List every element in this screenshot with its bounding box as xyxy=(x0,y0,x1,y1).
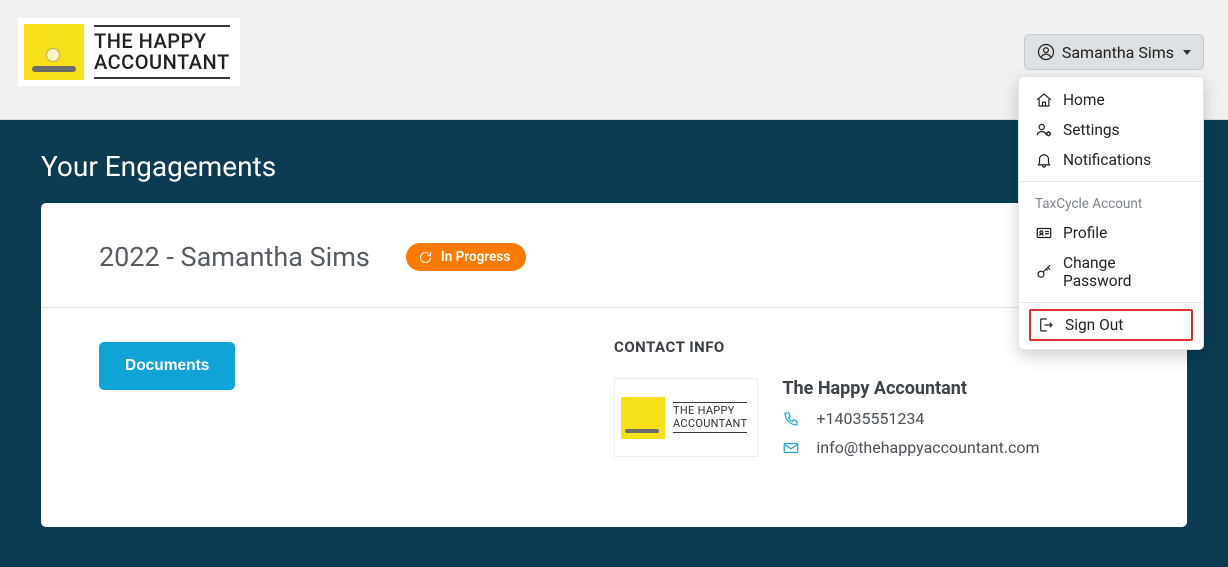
card-body: Documents CONTACT INFO THE HAPPY ACCOUNT… xyxy=(41,308,1187,527)
logo-text: THE HAPPY ACCOUNTANT xyxy=(94,25,230,79)
contact-logo: THE HAPPY ACCOUNTANT xyxy=(614,378,758,457)
lightbulb-icon xyxy=(621,397,665,439)
menu-divider xyxy=(1019,181,1203,182)
status-badge: In Progress xyxy=(406,243,526,271)
menu-label: Profile xyxy=(1063,224,1107,242)
mini-logo-line-2: ACCOUNTANT xyxy=(673,418,747,433)
phone-icon xyxy=(782,410,800,428)
caret-down-icon xyxy=(1183,50,1191,55)
user-name: Samantha Sims xyxy=(1062,43,1174,62)
lightbulb-icon xyxy=(24,24,84,80)
site-logo[interactable]: THE HAPPY ACCOUNTANT xyxy=(18,18,240,86)
menu-item-change-password[interactable]: Change Password xyxy=(1019,248,1203,296)
logo-line-2: ACCOUNTANT xyxy=(94,52,230,79)
menu-item-sign-out[interactable]: Sign Out xyxy=(1029,309,1193,341)
sign-out-icon xyxy=(1037,316,1055,334)
id-card-icon xyxy=(1035,224,1053,242)
email-icon xyxy=(782,439,800,457)
bell-icon xyxy=(1035,151,1053,169)
key-icon xyxy=(1035,263,1053,281)
contact-email: info@thehappyaccountant.com xyxy=(816,438,1039,457)
status-label: In Progress xyxy=(441,249,510,265)
user-menu-button[interactable]: Samantha Sims xyxy=(1024,34,1204,70)
documents-button[interactable]: Documents xyxy=(99,342,235,390)
menu-item-notifications[interactable]: Notifications xyxy=(1019,145,1203,175)
page-title: Your Engagements xyxy=(41,150,1187,183)
contact-company-name: The Happy Accountant xyxy=(782,378,1039,399)
home-icon xyxy=(1035,91,1053,109)
logo-line-1: THE HAPPY xyxy=(94,25,230,52)
menu-label: Home xyxy=(1063,91,1105,109)
engagement-card: 2022 - Samantha Sims In Progress Documen… xyxy=(41,203,1187,527)
contact-phone: +14035551234 xyxy=(816,409,924,428)
contact-phone-row: +14035551234 xyxy=(782,409,1039,428)
user-circle-icon xyxy=(1037,43,1055,61)
contact-email-row: info@thehappyaccountant.com xyxy=(782,438,1039,457)
menu-section-header: TaxCycle Account xyxy=(1019,188,1203,218)
engagement-title: 2022 - Samantha Sims xyxy=(99,241,370,273)
menu-label: Change Password xyxy=(1063,254,1187,290)
user-dropdown: Home Settings Notifications TaxCycle Acc… xyxy=(1018,76,1204,350)
contact-info-section: CONTACT INFO THE HAPPY ACCOUNTANT xyxy=(614,338,1129,457)
settings-icon xyxy=(1035,121,1053,139)
menu-item-profile[interactable]: Profile xyxy=(1019,218,1203,248)
menu-divider xyxy=(1019,302,1203,303)
menu-label: Settings xyxy=(1063,121,1120,139)
mini-logo-line-1: THE HAPPY xyxy=(673,402,747,417)
menu-label: Sign Out xyxy=(1065,316,1123,334)
menu-label: Notifications xyxy=(1063,151,1151,169)
menu-item-home[interactable]: Home xyxy=(1019,85,1203,115)
card-header: 2022 - Samantha Sims In Progress xyxy=(41,203,1187,308)
refresh-icon xyxy=(418,250,433,265)
left-column: Documents xyxy=(99,338,614,457)
menu-item-settings[interactable]: Settings xyxy=(1019,115,1203,145)
